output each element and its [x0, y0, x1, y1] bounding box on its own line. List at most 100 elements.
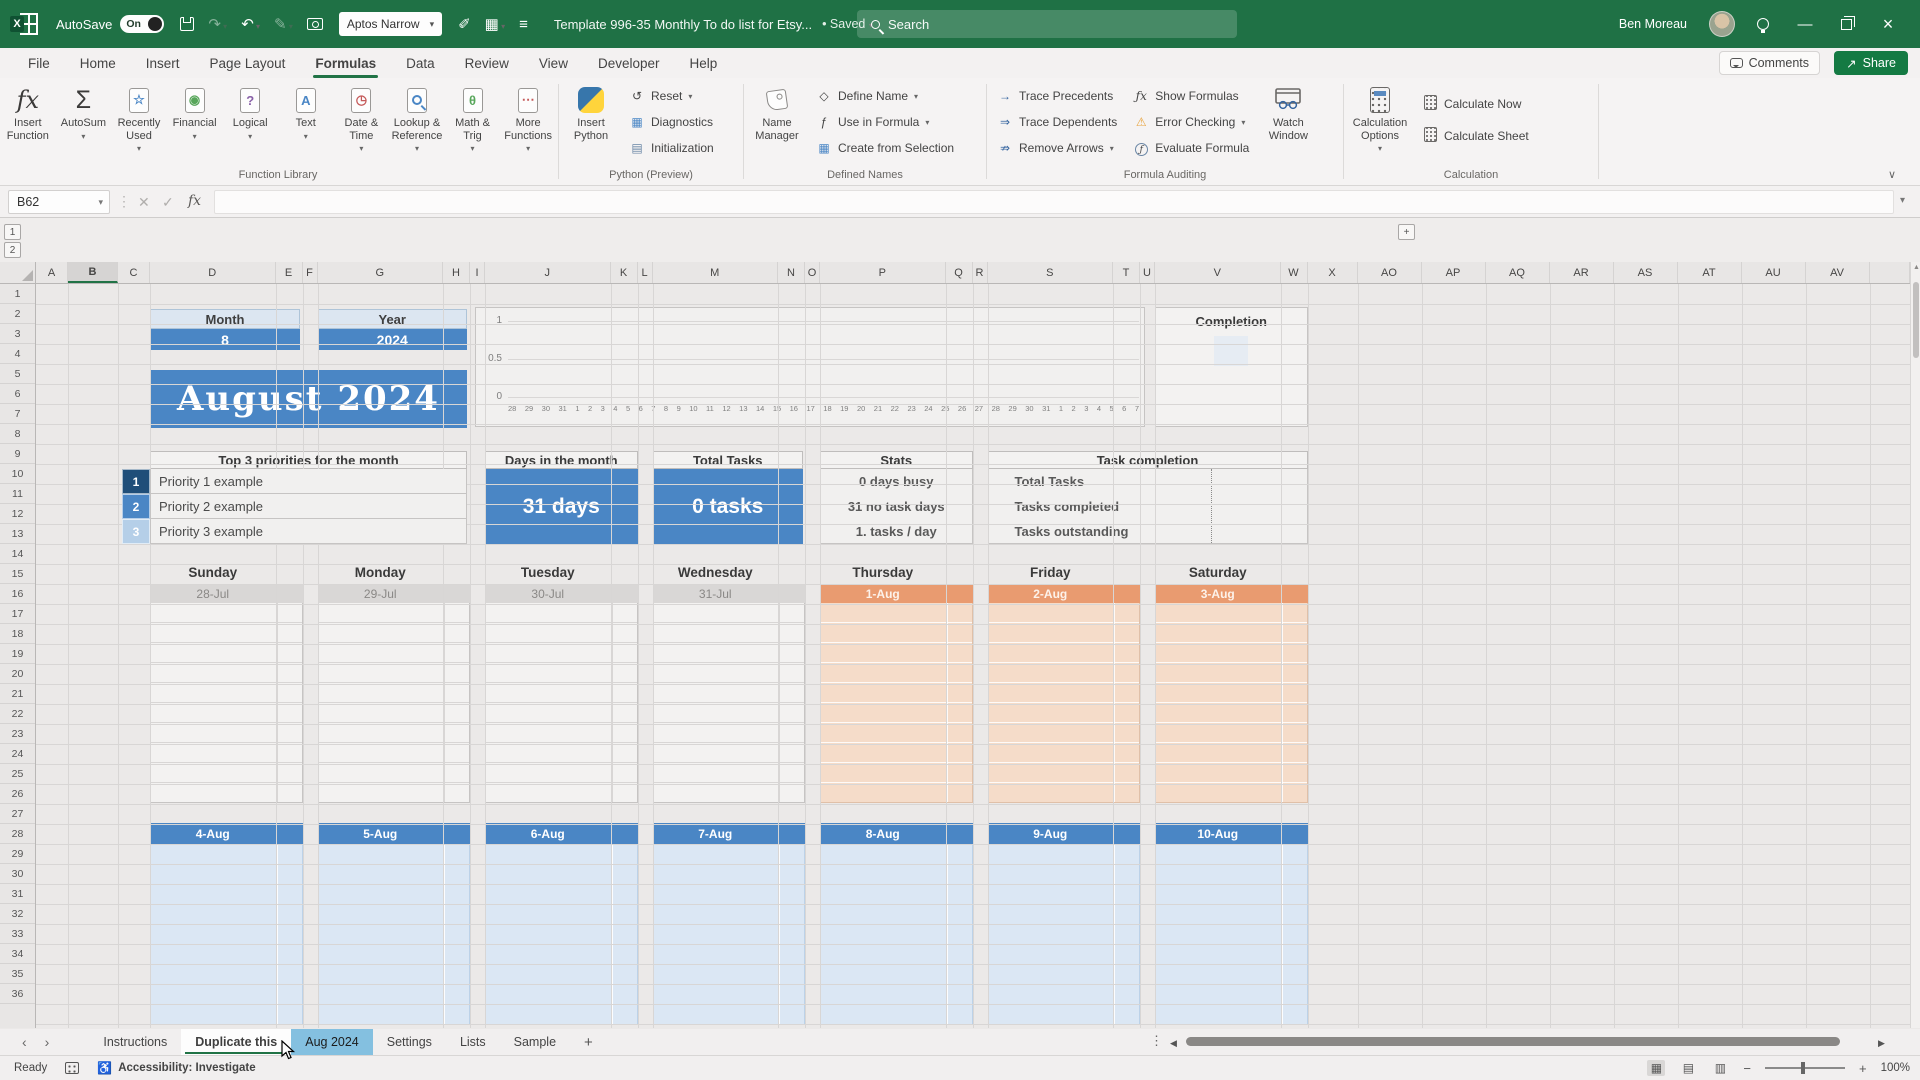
column-header-AO[interactable]: AO	[1358, 262, 1422, 283]
restore-button[interactable]	[1841, 19, 1852, 30]
column-header-AU[interactable]: AU	[1742, 262, 1806, 283]
calendar-date-header[interactable]: 7-Aug	[653, 823, 806, 845]
calendar-day-cells[interactable]	[318, 603, 471, 803]
excel-app-icon[interactable]	[14, 13, 38, 35]
sheet-tab-aug-2024[interactable]: Aug 2024	[291, 1029, 373, 1055]
calculate-now-button[interactable]: Calculate Now	[1414, 91, 1537, 117]
lookup-reference-button[interactable]: Lookup & Reference▾	[389, 83, 445, 153]
column-header-R[interactable]: R	[973, 262, 988, 283]
column-header-G[interactable]: G	[318, 262, 444, 283]
normal-view-button[interactable]: ▦	[1647, 1060, 1665, 1076]
row-header-10[interactable]: 10	[0, 464, 35, 484]
task-completion-header[interactable]: Task completion	[988, 451, 1308, 469]
font-selector[interactable]: Aptos Narrow ▾	[339, 12, 442, 36]
days-in-month-value[interactable]: 31 days	[485, 469, 638, 544]
calendar-day-cells[interactable]	[820, 845, 973, 1025]
calendar-date-header[interactable]: 28-Jul	[150, 585, 303, 603]
sheet-tab-sample[interactable]: Sample	[500, 1029, 570, 1055]
create-from-selection-button[interactable]: ▦Create from Selection	[808, 135, 962, 161]
completion-chart[interactable]: 10.5028293031123456789101112131415161718…	[475, 307, 1145, 427]
column-header-I[interactable]: I	[470, 262, 485, 283]
next-sheet-icon[interactable]: ›	[45, 1034, 50, 1050]
row-header-18[interactable]: 18	[0, 624, 35, 644]
insert-python-button[interactable]: Insert Python	[561, 83, 621, 142]
row-header-35[interactable]: 35	[0, 964, 35, 984]
calendar-date-header[interactable]: 2-Aug	[988, 585, 1141, 603]
column-header-AT[interactable]: AT	[1678, 262, 1742, 283]
task-completion-body[interactable]: Total TasksTasks completedTasks outstand…	[988, 469, 1308, 544]
column-header-N[interactable]: N	[778, 262, 805, 283]
column-header-P[interactable]: P	[820, 262, 946, 283]
column-header-O[interactable]: O	[805, 262, 820, 283]
row-header-7[interactable]: 7	[0, 404, 35, 424]
column-header-K[interactable]: K	[611, 262, 638, 283]
sheet-tab-settings[interactable]: Settings	[373, 1029, 446, 1055]
column-header-AR[interactable]: AR	[1550, 262, 1614, 283]
comments-button[interactable]: Comments	[1719, 51, 1820, 75]
outline-level-1-button[interactable]: 1	[4, 224, 21, 240]
row-header-17[interactable]: 17	[0, 604, 35, 624]
date-time-button[interactable]: ◷Date & Time▾	[334, 83, 390, 153]
row-header-19[interactable]: 19	[0, 644, 35, 664]
column-header-E[interactable]: E	[276, 262, 303, 283]
month-value-cell[interactable]: 8	[150, 329, 300, 350]
calendar-date-header[interactable]: 9-Aug	[988, 823, 1141, 845]
row-header-34[interactable]: 34	[0, 944, 35, 964]
share-button[interactable]: ↗ Share	[1834, 51, 1908, 75]
initialization-button[interactable]: ▤Initialization	[621, 135, 722, 161]
total-tasks-header[interactable]: Total Tasks	[653, 451, 804, 469]
undo-icon[interactable]: ↶ ▾	[241, 15, 260, 33]
zoom-level[interactable]: 100%	[1881, 1062, 1910, 1074]
stats-header[interactable]: Stats	[820, 451, 973, 469]
menu-tab-insert[interactable]: Insert	[144, 52, 182, 75]
user-name[interactable]: Ben Moreau	[1619, 17, 1687, 31]
page-layout-view-button[interactable]: ▤	[1679, 1060, 1697, 1076]
column-header-H[interactable]: H	[443, 262, 470, 283]
row-header-2[interactable]: 2	[0, 304, 35, 324]
calendar-day-cells[interactable]	[988, 603, 1141, 803]
month-label-cell[interactable]: Month	[150, 309, 300, 329]
minimize-button[interactable]: —	[1791, 16, 1819, 33]
add-sheet-button[interactable]: +	[584, 1034, 593, 1051]
column-header-M[interactable]: M	[653, 262, 779, 283]
row-header-8[interactable]: 8	[0, 424, 35, 444]
calculate-sheet-button[interactable]: Calculate Sheet	[1414, 123, 1537, 149]
calendar-date-header[interactable]: 5-Aug	[318, 823, 471, 845]
save-icon[interactable]	[180, 17, 194, 31]
total-tasks-value[interactable]: 0 tasks	[653, 469, 804, 544]
column-header-L[interactable]: L	[638, 262, 653, 283]
sheet-tab-lists[interactable]: Lists	[446, 1029, 500, 1055]
row-header-13[interactable]: 13	[0, 524, 35, 544]
column-header-T[interactable]: T	[1113, 262, 1140, 283]
outline-expand-button[interactable]: +	[1398, 224, 1415, 240]
sheet-tab-instructions[interactable]: Instructions	[89, 1029, 181, 1055]
formula-bar-handle[interactable]: ⋮	[117, 193, 132, 210]
completion-panel[interactable]: Completion	[1155, 307, 1308, 427]
calendar-day-cells[interactable]	[150, 603, 303, 803]
month-banner[interactable]: August 2024	[150, 370, 467, 428]
calendar-date-header[interactable]: 30-Jul	[485, 585, 638, 603]
zoom-out-button[interactable]: −	[1743, 1061, 1751, 1076]
calendar-day-cells[interactable]	[485, 845, 638, 1025]
calendar-date-header[interactable]: 4-Aug	[150, 823, 303, 845]
calendar-date-header[interactable]: 10-Aug	[1155, 823, 1308, 845]
row-header-28[interactable]: 28	[0, 824, 35, 844]
calendar-date-header[interactable]: 1-Aug	[820, 585, 973, 603]
column-header-V[interactable]: V	[1155, 262, 1281, 283]
menu-tab-file[interactable]: File	[26, 52, 52, 75]
calculation-options-button[interactable]: Calculation Options▾	[1346, 83, 1414, 153]
column-header-AV[interactable]: AV	[1806, 262, 1870, 283]
calendar-date-header[interactable]: 8-Aug	[820, 823, 973, 845]
scroll-right-icon[interactable]: ▶	[1878, 1038, 1885, 1049]
trace-precedents-button[interactable]: →Trace Precedents	[989, 83, 1125, 109]
year-value-cell[interactable]: 2024	[318, 329, 468, 350]
outline-level-2-button[interactable]: 2	[4, 242, 21, 258]
select-all-corner[interactable]	[0, 262, 36, 284]
calendar-day-cells[interactable]	[318, 845, 471, 1025]
use-in-formula-button[interactable]: ƒUse in Formula▾	[808, 109, 962, 135]
row-header-15[interactable]: 15	[0, 564, 35, 584]
menu-tab-data[interactable]: Data	[404, 52, 437, 75]
row-header-29[interactable]: 29	[0, 844, 35, 864]
evaluate-formula-button[interactable]: ƒEvaluate Formula	[1125, 135, 1257, 161]
error-checking-button[interactable]: ⚠Error Checking▾	[1125, 109, 1257, 135]
